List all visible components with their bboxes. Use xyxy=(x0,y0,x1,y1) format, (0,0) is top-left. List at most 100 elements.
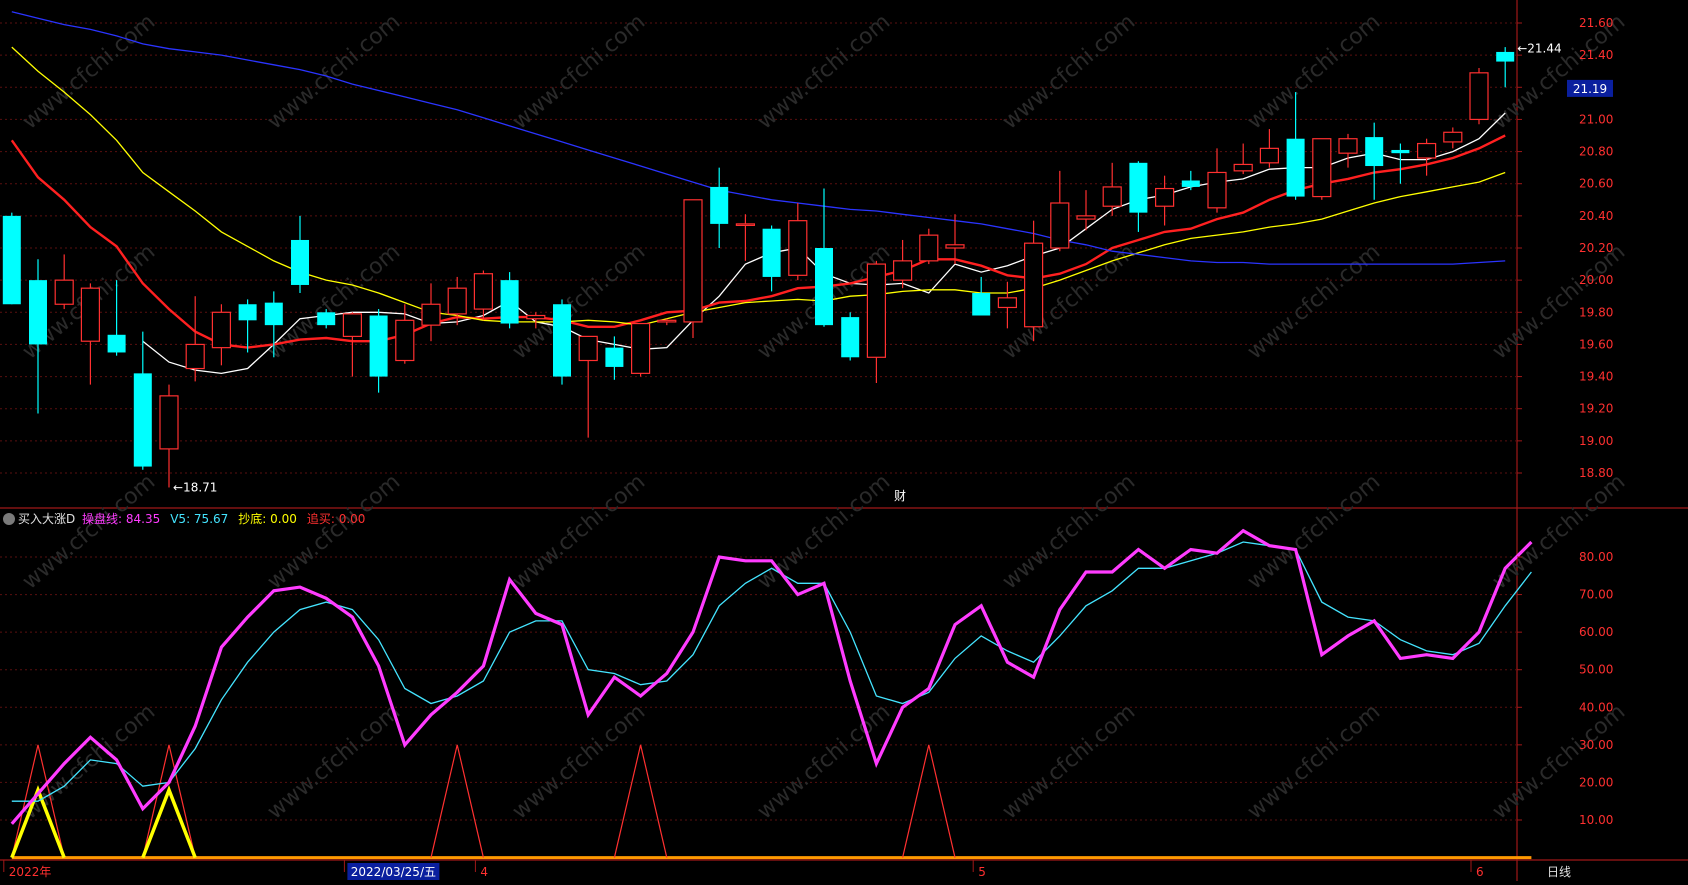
legend-entry: 操盘线: 84.35 xyxy=(82,511,160,526)
watermark-text: www.cfchi.com xyxy=(508,9,650,134)
indicator-tick-label: 30.00 xyxy=(1579,738,1613,752)
legend-entry: V5: 75.67 xyxy=(170,512,228,526)
candle-body-down xyxy=(1391,149,1410,154)
watermark-text: www.cfchi.com xyxy=(1243,239,1385,364)
candle xyxy=(1496,47,1515,88)
watermark-text: www.cfchi.com xyxy=(263,9,405,134)
candle xyxy=(578,335,598,438)
candle-body-up xyxy=(1338,138,1358,154)
candle xyxy=(1129,161,1148,232)
indicator-tick-label: 10.00 xyxy=(1579,813,1613,827)
candle xyxy=(133,331,152,470)
candle xyxy=(29,259,47,414)
price-tick-label: 19.80 xyxy=(1579,305,1613,319)
legend-entry: 追买: 0.00 xyxy=(307,511,366,526)
price-tick-label: 20.80 xyxy=(1579,145,1613,159)
candle xyxy=(1259,129,1280,168)
indicator-spike xyxy=(613,744,668,858)
candle-body-up xyxy=(1050,202,1070,249)
candle-body-up xyxy=(1076,215,1096,220)
candle-body-down xyxy=(264,302,283,326)
candle-body-down xyxy=(1129,162,1148,213)
candle-body-up xyxy=(1207,171,1227,209)
price-tick-label: 19.20 xyxy=(1579,402,1613,416)
candle-body-down xyxy=(133,373,152,467)
candle-body-up xyxy=(1469,72,1489,121)
candle xyxy=(1312,138,1332,200)
stock-chart-svg[interactable]: www.cfchi.com www.cfchi.com www.cfchi.com w… xyxy=(0,0,1688,881)
indicator-tick-label: 20.00 xyxy=(1579,775,1613,789)
candle-body-down xyxy=(29,280,47,345)
candle-body-up xyxy=(526,314,546,320)
watermark-text: www.cfchi.com xyxy=(508,699,650,824)
price-tick-label: 21.60 xyxy=(1579,16,1613,30)
event-marker: 财 xyxy=(894,489,906,503)
price-tick-label: 21.40 xyxy=(1579,48,1613,62)
price-tick-label: 18.80 xyxy=(1579,466,1613,480)
candle-body-down xyxy=(1286,138,1305,197)
watermark-text: www.cfchi.com xyxy=(508,469,650,594)
time-label: 4 xyxy=(480,865,488,879)
candle xyxy=(1469,68,1489,125)
time-label: 2022年 xyxy=(9,865,52,879)
last-price-label: 21.19 xyxy=(1573,82,1607,96)
candle-body-down xyxy=(1496,51,1515,62)
price-axis: 21.6021.4021.2021.0020.8020.6020.4020.20… xyxy=(1517,16,1613,827)
candle-body-up xyxy=(211,311,231,349)
candle-body-down xyxy=(107,334,126,353)
candle xyxy=(1154,175,1175,226)
candle xyxy=(369,309,388,393)
candle-body-up xyxy=(945,244,965,249)
watermark-text: www.cfchi.com xyxy=(998,9,1140,134)
candle xyxy=(473,270,493,321)
candle xyxy=(866,260,887,383)
candle xyxy=(683,199,703,338)
candle xyxy=(2,212,21,305)
candle xyxy=(1365,122,1384,200)
candle-body-up xyxy=(1154,187,1175,207)
candle xyxy=(553,299,571,385)
candle xyxy=(291,215,309,293)
candle-body-down xyxy=(1181,180,1200,187)
price-tick-label: 20.40 xyxy=(1579,209,1613,223)
candle-body-down xyxy=(605,347,624,367)
candle-body-up xyxy=(1023,242,1044,328)
candle-body-up xyxy=(630,322,651,374)
time-axis: 2022年 2022/03/25/五 4 5 6 日线 xyxy=(3,860,1571,880)
candle-body-up xyxy=(395,319,415,362)
watermark-text: www.cfchi.com xyxy=(1243,469,1385,594)
legend-entry: 抄底: 0.00 xyxy=(238,511,297,526)
indicator-tick-label: 80.00 xyxy=(1579,550,1613,564)
watermark-text: www.cfchi.com xyxy=(998,699,1140,824)
price-tick-label: 20.60 xyxy=(1579,177,1613,191)
candle xyxy=(1391,143,1410,184)
candle-body-up xyxy=(1443,131,1463,143)
indicator-tick-label: 70.00 xyxy=(1579,588,1613,602)
candle-body-down xyxy=(710,186,729,224)
time-label: 5 xyxy=(978,865,986,879)
indicator-spike xyxy=(902,744,956,858)
main-price-panel: ←21.44 ←18.71 财 xyxy=(2,11,1562,503)
candle xyxy=(841,312,860,361)
candle-body-up xyxy=(342,313,362,337)
price-tick-label: 21.00 xyxy=(1579,112,1613,126)
candle xyxy=(735,214,756,261)
candle xyxy=(630,322,651,377)
candle-body-up xyxy=(735,223,756,226)
candle-body-up xyxy=(866,263,887,358)
candle-body-up xyxy=(473,273,493,310)
price-tick-label: 20.20 xyxy=(1579,241,1613,255)
candle xyxy=(185,296,205,382)
candle-body-up xyxy=(1233,163,1253,172)
candle-body-up xyxy=(54,279,74,305)
watermark-text: www.cfchi.com xyxy=(1243,699,1385,824)
watermark-text: www.cfchi.com xyxy=(1243,9,1385,134)
candle xyxy=(1102,162,1122,216)
candle xyxy=(892,239,913,289)
time-label: 6 xyxy=(1476,865,1484,879)
watermark-text: www.cfchi.com xyxy=(753,469,895,594)
candle-body-up xyxy=(447,287,467,315)
watermark-text: www.cfchi.com xyxy=(1488,699,1630,824)
price-tick-label: 19.00 xyxy=(1579,434,1613,448)
indicator-name: 买入大涨D xyxy=(18,511,75,526)
